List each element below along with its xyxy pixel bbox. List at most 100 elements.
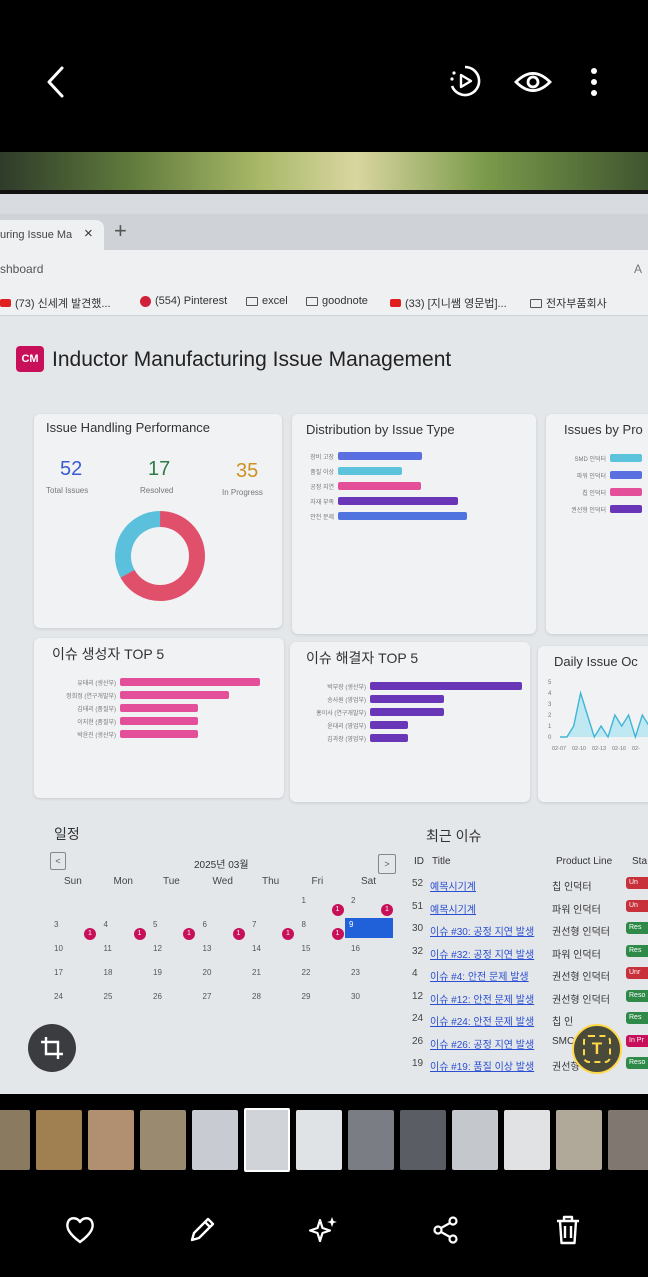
calendar-day[interactable]: 1	[302, 896, 306, 905]
recent-title: 최근 이슈	[426, 828, 482, 844]
bar-label: 품질 이상	[310, 470, 334, 476]
calendar-day[interactable]: 4	[104, 920, 108, 929]
calendar-day[interactable]: 30	[351, 992, 360, 1001]
calendar-day[interactable]: 6	[203, 920, 207, 929]
photo-thumbnail[interactable]	[556, 1110, 602, 1170]
bookmark-item[interactable]: (554) Pinterest	[140, 295, 227, 307]
photo-thumbnail[interactable]	[192, 1110, 238, 1170]
photo-thumbnail[interactable]	[608, 1110, 648, 1170]
issue-title-link[interactable]: 예목시기계	[430, 901, 476, 916]
table-row: 30 이슈 #30: 공정 지연 발생 권선형 인덕터 Res	[410, 919, 648, 941]
calendar-day[interactable]: 24	[54, 992, 63, 1001]
weekday-label: Tue	[163, 876, 180, 887]
ai-edit-button[interactable]	[304, 1210, 344, 1250]
calendar-day[interactable]: 5	[153, 920, 157, 929]
calendar-day[interactable]: 14	[252, 944, 261, 953]
calendar-day[interactable]: 10	[54, 944, 63, 953]
issue-title-link[interactable]: 이슈 #24: 안전 문제 발생	[430, 1013, 534, 1028]
photo-thumbnail[interactable]	[348, 1110, 394, 1170]
delete-button[interactable]	[548, 1210, 588, 1250]
event-dot: 1	[232, 928, 245, 940]
issue-product-line: 권선형 인덕터	[552, 994, 610, 1006]
browser-tab[interactable]: uring Issue Ma ×	[0, 220, 104, 250]
photo-thumbnail[interactable]	[296, 1110, 342, 1170]
issue-title-link[interactable]: 예목시기계	[430, 878, 476, 893]
calendar-day[interactable]: 2	[351, 896, 355, 905]
crop-icon	[41, 1037, 63, 1059]
calendar-day[interactable]: 7	[252, 920, 256, 929]
calendar-day[interactable]: 15	[302, 944, 311, 953]
favorite-button[interactable]	[60, 1210, 100, 1250]
text-extract-button[interactable]: T	[572, 1024, 622, 1074]
prev-month-button[interactable]: <	[50, 852, 66, 870]
calendar-day[interactable]: 21	[252, 968, 261, 977]
bookmark-item[interactable]: excel	[246, 295, 288, 307]
more-vertical-icon	[591, 68, 597, 96]
bookmark-item[interactable]: goodnote	[306, 295, 368, 307]
share-button[interactable]	[426, 1210, 466, 1250]
address-bar[interactable]: shboard A	[0, 250, 648, 288]
calendar-day[interactable]: 20	[203, 968, 212, 977]
calendar-title: 일정	[54, 826, 80, 842]
calendar-day[interactable]: 23	[351, 968, 360, 977]
view-button[interactable]	[512, 62, 554, 102]
col-status: Sta	[632, 856, 648, 867]
close-icon[interactable]: ×	[84, 225, 93, 242]
performance-donut	[115, 511, 205, 601]
next-month-button[interactable]: >	[378, 854, 396, 874]
calendar-day[interactable]: 27	[203, 992, 212, 1001]
issue-type-chart: 장비 고장 품질 이상 공정 지연 자재 부족 안전 문제	[292, 452, 536, 552]
calendar-day[interactable]: 17	[54, 968, 63, 977]
photo-thumbnail[interactable]	[400, 1110, 446, 1170]
issue-id: 24	[412, 1013, 424, 1024]
status-badge: Reso	[626, 1057, 648, 1069]
y-tick-label: 2	[548, 713, 552, 719]
issue-title-link[interactable]: 이슈 #4: 안전 문제 발생	[430, 968, 529, 983]
crop-button[interactable]	[28, 1024, 76, 1072]
calendar-day[interactable]: 25	[104, 992, 113, 1001]
issue-title-link[interactable]: 이슈 #12: 안전 문제 발생	[430, 991, 534, 1006]
trash-icon	[557, 1215, 579, 1245]
reader-icon[interactable]: A	[634, 262, 642, 276]
bar	[370, 708, 445, 716]
photo-thumbnail[interactable]	[88, 1110, 134, 1170]
calendar-day[interactable]: 8	[302, 920, 306, 929]
calendar-day[interactable]: 19	[153, 968, 162, 977]
bar	[610, 454, 643, 462]
photo-thumbnail[interactable]	[452, 1110, 498, 1170]
calendar-day[interactable]: 13	[203, 944, 212, 953]
calendar-day[interactable]: 26	[153, 992, 162, 1001]
calendar-day[interactable]: 28	[252, 992, 261, 1001]
bookmark-item[interactable]: (33) [지니쌤 영문법]...	[390, 295, 507, 311]
issue-title-link[interactable]: 이슈 #30: 공정 지연 발생	[430, 923, 534, 938]
calendar-day[interactable]: 22	[302, 968, 311, 977]
event-dot: 1	[84, 928, 96, 940]
motion-photo-button[interactable]	[444, 60, 486, 102]
photo-thumbnail[interactable]	[36, 1110, 82, 1170]
new-tab-button[interactable]: +	[114, 218, 127, 244]
issue-id: 12	[412, 990, 424, 1002]
calendar-day[interactable]: 16	[351, 944, 360, 953]
bookmark-item[interactable]: 전자부품회사	[530, 295, 607, 311]
calendar-day-today[interactable]: 9	[345, 918, 393, 938]
calendar-day[interactable]: 18	[104, 968, 113, 977]
edit-button[interactable]	[182, 1210, 222, 1250]
photo-thumbnail[interactable]	[0, 1110, 30, 1170]
issue-product-line: 권선형 인덕터	[552, 927, 610, 938]
photo-thumbnail[interactable]	[244, 1108, 290, 1172]
table-row: 12 이슈 #12: 안전 문제 발생 권선형 인덕터 Reso	[410, 987, 648, 1009]
issue-id: 51	[412, 900, 424, 912]
calendar-day[interactable]: 3	[54, 920, 58, 929]
more-options-button[interactable]	[580, 62, 608, 102]
issue-title-link[interactable]: 이슈 #26: 공정 지연 발생	[430, 1036, 534, 1051]
calendar-day[interactable]: 11	[104, 944, 112, 953]
issue-title-link[interactable]: 이슈 #32: 공정 지연 발생	[430, 946, 534, 961]
calendar-day[interactable]: 29	[302, 992, 311, 1001]
back-button[interactable]	[36, 62, 76, 102]
calendar-day[interactable]: 12	[153, 944, 162, 953]
bookmark-item[interactable]: (73) 신세계 발견했...	[0, 295, 111, 311]
photo-thumbnail[interactable]	[140, 1110, 186, 1170]
photo-thumbnail[interactable]	[504, 1110, 550, 1170]
issue-title-link[interactable]: 이슈 #19: 품질 이상 발생	[430, 1058, 534, 1073]
back-arrow-icon	[47, 66, 64, 98]
